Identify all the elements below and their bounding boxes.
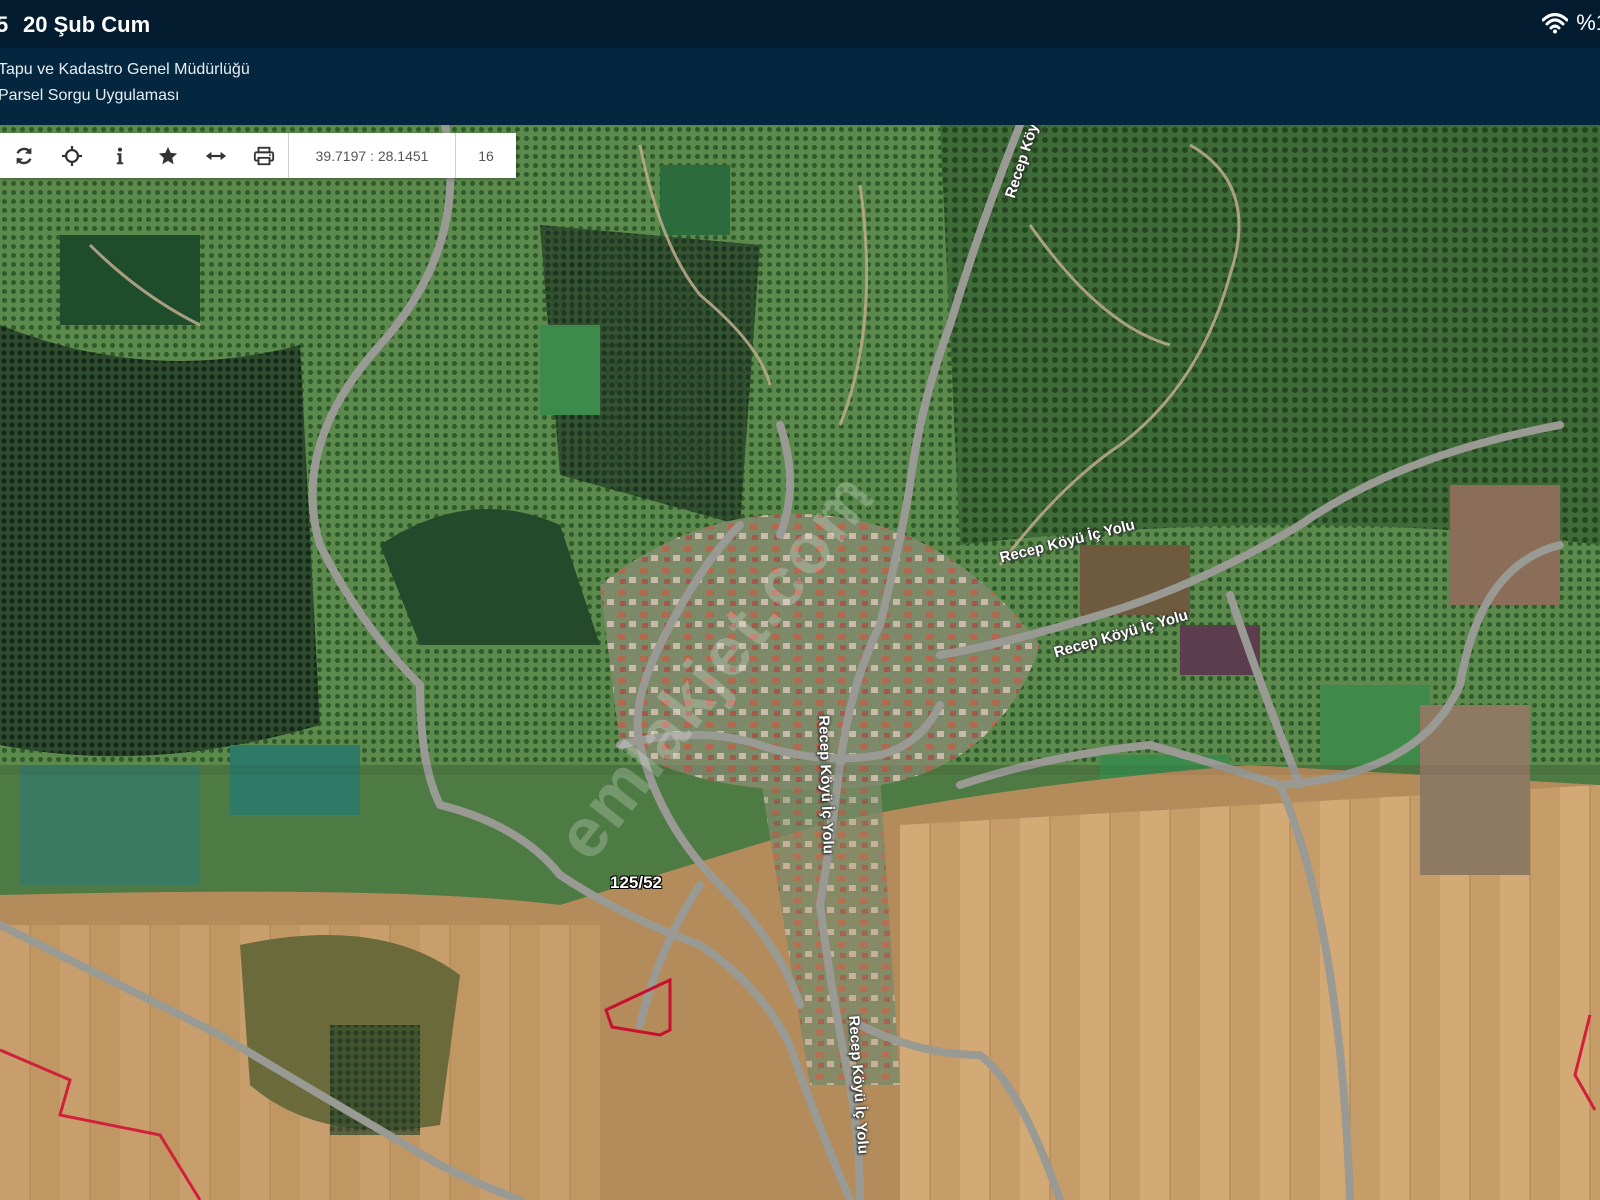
map-canvas[interactable]: Recep Köyü Recep Köyü İç Yolu Recep Köyü… (0, 125, 1600, 1200)
locate-icon (61, 145, 83, 166)
map-toolbar: 39.7197 : 28.1451 16 (0, 133, 516, 178)
status-date: 20 Şub Cum (23, 12, 151, 37)
zoom-level: 16 (455, 133, 516, 178)
app-header: Tapu ve Kadastro Genel Müdürlüğü Parsel … (0, 48, 1600, 125)
print-icon (253, 146, 275, 165)
status-time: 5 (0, 12, 9, 37)
info-button[interactable] (96, 133, 144, 178)
org-name: Tapu ve Kadastro Genel Müdürlüğü (0, 61, 250, 78)
coordinate-readout: 39.7197 : 28.1451 (288, 133, 455, 178)
status-bar: 5 20 Şub Cum %1 (0, 0, 1600, 48)
battery-percent: %1 (1576, 10, 1600, 35)
favorite-button[interactable] (144, 133, 192, 178)
satellite-imagery (0, 125, 1600, 1200)
info-icon (116, 147, 124, 164)
measure-icon (205, 151, 227, 160)
measure-button[interactable] (192, 133, 240, 178)
refresh-icon (16, 147, 32, 164)
refresh-button[interactable] (0, 133, 48, 178)
app-name: Parsel Sorgu Uygulaması (0, 87, 180, 104)
star-icon (158, 146, 178, 164)
print-button[interactable] (240, 133, 288, 178)
wifi-icon (1541, 12, 1569, 34)
locate-button[interactable] (48, 133, 96, 178)
parcel-label[interactable]: 125/52 (610, 873, 662, 893)
status-right: %1 (1541, 10, 1600, 36)
